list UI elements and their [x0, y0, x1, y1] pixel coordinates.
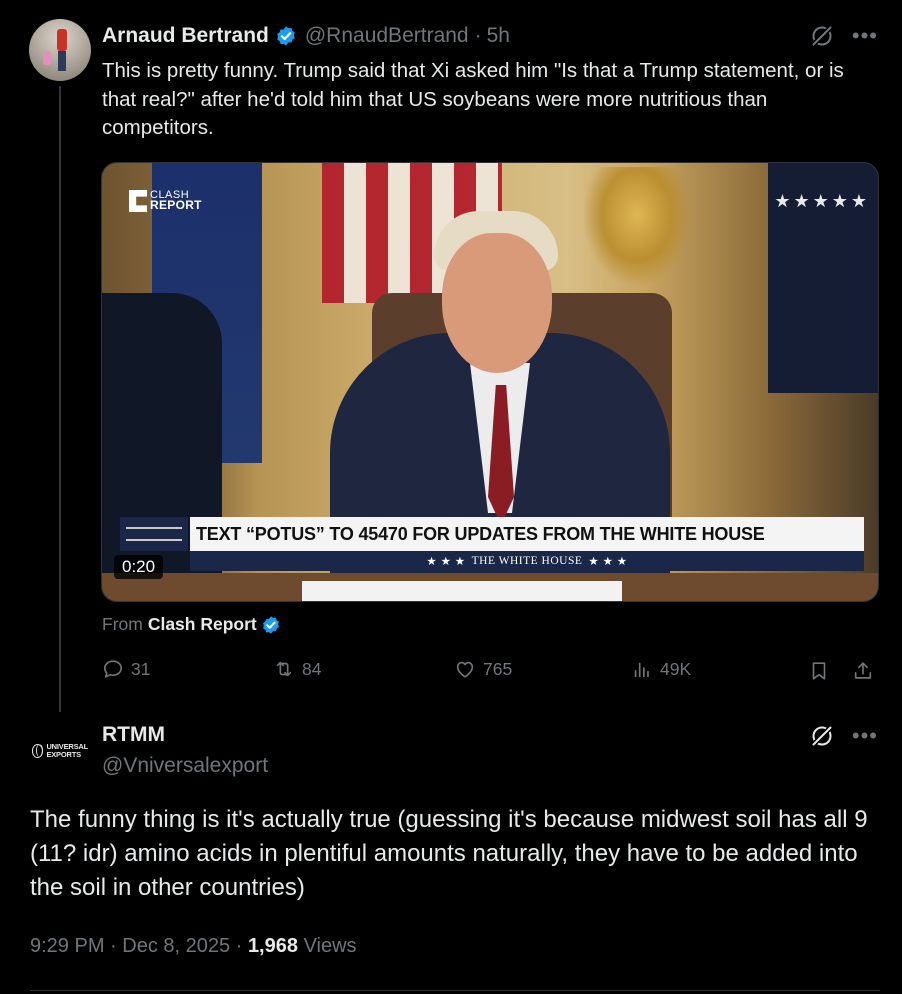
thread-connector-line: [59, 86, 61, 712]
clash-report-logo: CLASH REPORT: [129, 190, 202, 212]
tweet-header: Arnaud Bertrand @RnaudBertrand · 5h: [102, 22, 510, 50]
video-speaker-face: [442, 233, 552, 373]
reply-button[interactable]: 31: [102, 658, 150, 680]
view-count: 49K: [660, 658, 692, 679]
flag-stars: ★★★★★: [774, 191, 870, 211]
more-options-icon[interactable]: •••: [852, 25, 878, 47]
tweet-top-actions: •••: [810, 24, 878, 48]
repost-count: 84: [302, 658, 322, 679]
reply-metadata: 9:29 PM · Dec 8, 2025 · 1,968 Views: [30, 935, 357, 958]
grok-icon[interactable]: [810, 724, 834, 748]
avatar-figure-child: [43, 51, 51, 65]
reply-author-handle[interactable]: @Vniversalexport: [102, 754, 268, 778]
bookmark-icon[interactable]: [808, 660, 830, 682]
video-duration: 0:20: [114, 555, 164, 579]
like-count: 765: [483, 658, 513, 679]
banner-subtitle-text: THE WHITE HOUSE: [471, 555, 583, 567]
share-icon[interactable]: [852, 660, 874, 682]
author-name[interactable]: Arnaud Bertrand: [102, 24, 269, 48]
banner-subtitle: ★ ★ ★ THE WHITE HOUSE ★ ★ ★: [190, 551, 864, 571]
reply-views-count: 1,968: [247, 935, 298, 957]
banner-stars-right: ★ ★ ★: [588, 556, 628, 568]
heart-icon: [456, 661, 474, 678]
reply-text: The funny thing is it's actually true (g…: [30, 806, 868, 901]
header-separator: ·: [474, 24, 482, 47]
media-source: From Clash Report: [102, 614, 281, 635]
video-player[interactable]: ★★★★★ CLASH REPORT TEXT “POTUS” TO 45470…: [101, 162, 879, 602]
reply-top-actions: •••: [810, 724, 878, 748]
grok-icon[interactable]: [810, 24, 834, 48]
reply-author-name[interactable]: RTMM: [102, 723, 165, 747]
reply-time[interactable]: 9:29 PM: [30, 935, 104, 957]
reply-avatar[interactable]: UNIVERSAL EXPORTS: [32, 741, 88, 761]
globe-icon: [32, 744, 44, 758]
white-house-seal-icon: [120, 517, 188, 551]
author-handle[interactable]: @RnaudBertrand: [305, 24, 469, 48]
analytics-icon: [634, 662, 649, 678]
reply-icon: [103, 660, 123, 678]
banner-main-text: TEXT “POTUS” TO 45470 FOR UPDATES FROM T…: [190, 517, 864, 551]
divider: [30, 990, 880, 991]
views-button[interactable]: 49K: [631, 658, 691, 680]
verified-badge-icon: [277, 26, 295, 46]
meta-separator: ·: [110, 935, 117, 957]
reply-date[interactable]: Dec 8, 2025: [122, 935, 230, 957]
like-button[interactable]: 765: [454, 658, 512, 680]
source-account-link[interactable]: Clash Report: [148, 614, 257, 635]
repost-button[interactable]: 84: [273, 658, 321, 680]
avatar[interactable]: [29, 19, 91, 81]
meta-separator: ·: [235, 935, 243, 957]
background-ornament: [582, 167, 692, 287]
avatar-figure-legs: [58, 51, 66, 71]
verified-badge-icon: [262, 615, 279, 634]
background-flag-right: ★★★★★: [768, 163, 878, 393]
post-time[interactable]: 5h: [487, 24, 510, 48]
avatar-figure-adult: [57, 29, 67, 51]
video-paper: [302, 581, 622, 601]
tweet-text: This is pretty funny. Trump said that Xi…: [102, 59, 844, 139]
from-label: From: [102, 614, 143, 634]
reply-avatar-line2: EXPORTS: [46, 750, 81, 759]
clash-logo-line2: REPORT: [150, 198, 202, 212]
reply-views-label: Views: [303, 935, 357, 957]
repost-icon: [276, 661, 292, 677]
banner-stars-left: ★ ★ ★: [426, 556, 466, 568]
more-options-icon[interactable]: •••: [852, 725, 878, 747]
tweet-action-bar: 31 84 765 49K: [102, 658, 880, 688]
reply-count: 31: [131, 658, 151, 679]
clash-logo-mark: [129, 190, 147, 212]
lower-third-banner: TEXT “POTUS” TO 45470 FOR UPDATES FROM T…: [120, 517, 864, 573]
